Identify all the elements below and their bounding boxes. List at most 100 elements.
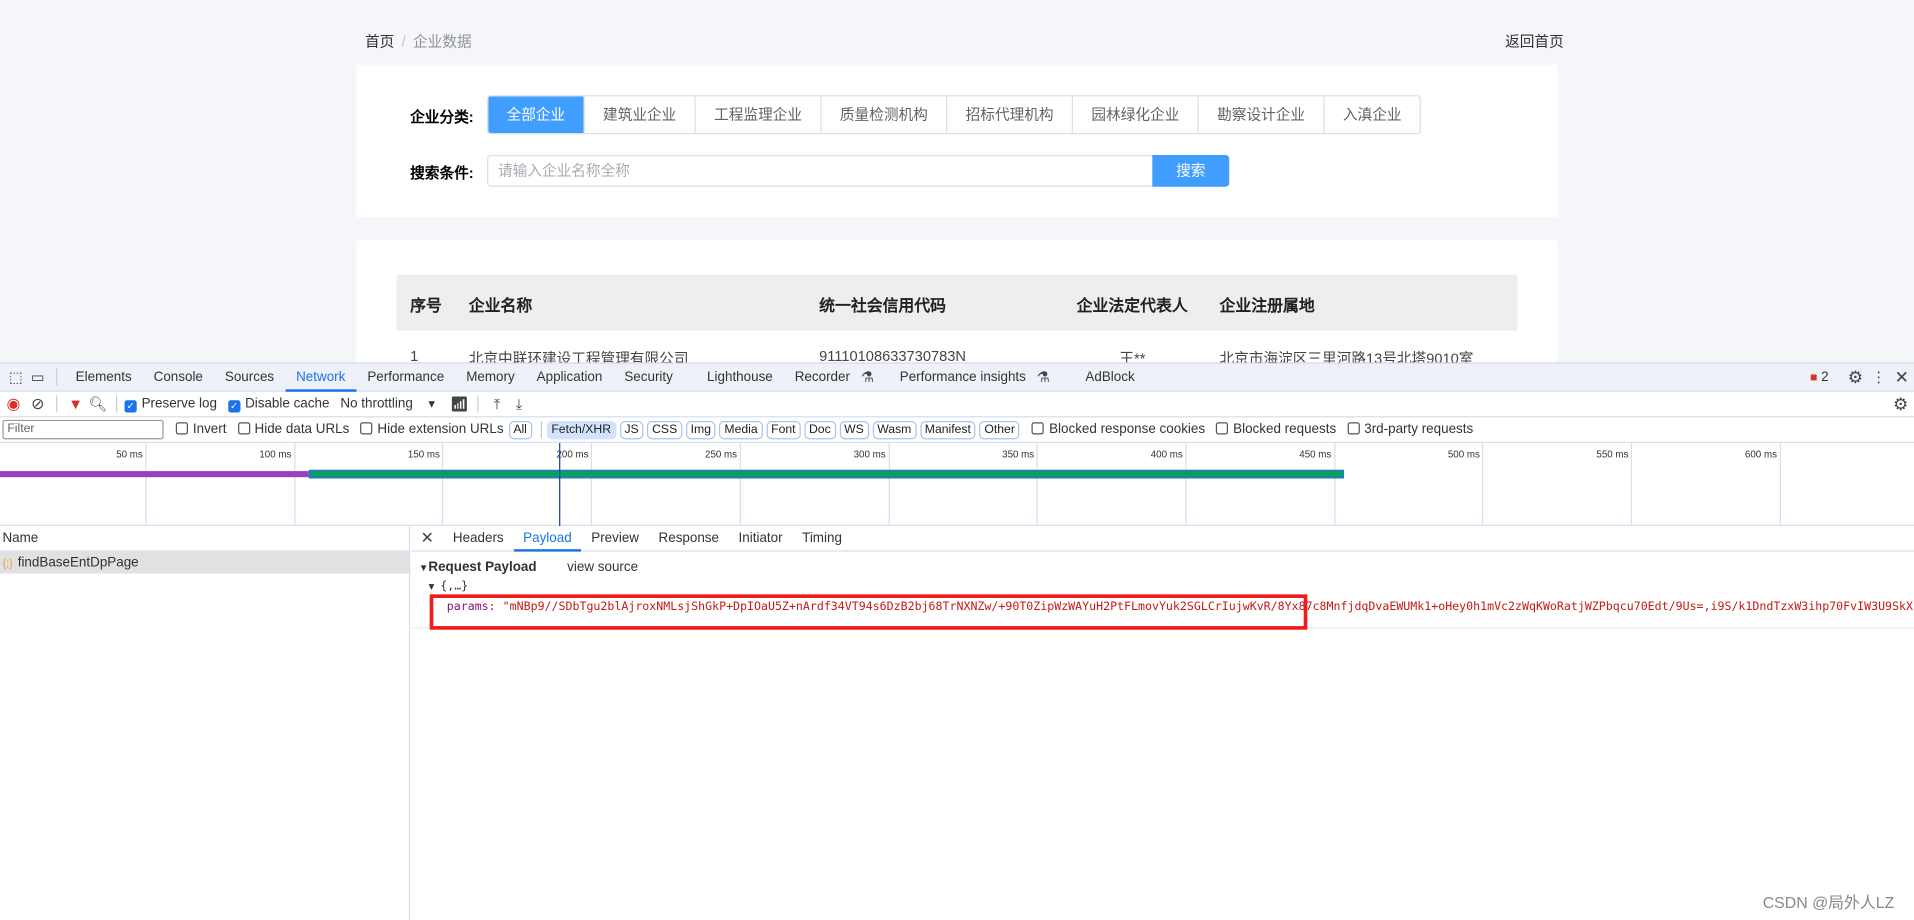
tab-memory[interactable]: Memory bbox=[455, 363, 525, 391]
tab-network[interactable]: Network bbox=[285, 363, 357, 392]
cell-rep: 王** bbox=[1119, 350, 1146, 363]
timeline-tick: 250 ms bbox=[705, 443, 741, 526]
column-header: 序号 bbox=[410, 296, 442, 315]
settings-gear-icon[interactable]: ⚙ bbox=[1843, 367, 1867, 388]
category-tab[interactable]: 园林绿化企业 bbox=[1071, 96, 1198, 134]
type-filter-media[interactable]: Media bbox=[719, 420, 763, 439]
tab-payload[interactable]: Payload bbox=[513, 525, 582, 552]
type-filter-css[interactable]: CSS bbox=[647, 420, 683, 439]
category-tab[interactable]: 建筑业企业 bbox=[583, 96, 695, 134]
more-options-icon[interactable]: ⋮ bbox=[1868, 369, 1890, 386]
timeline-tick: 50 ms bbox=[116, 443, 147, 526]
hide-data-urls-checkbox[interactable]: Hide data URLs bbox=[237, 422, 349, 437]
detail-tabs: ✕ Headers Payload Preview Response Initi… bbox=[411, 526, 1914, 552]
tab-preview[interactable]: Preview bbox=[581, 525, 648, 551]
network-settings-gear-icon[interactable]: ⚙ bbox=[1887, 394, 1914, 415]
tab-lighthouse[interactable]: Lighthouse bbox=[696, 363, 784, 391]
timeline-bar-download bbox=[308, 469, 1344, 479]
search-button[interactable]: 搜索 bbox=[1152, 154, 1230, 187]
tab-security[interactable]: Security bbox=[613, 363, 683, 391]
column-header: 企业名称 bbox=[468, 296, 533, 315]
preserve-log-checkbox[interactable]: ✓ Preserve log bbox=[124, 396, 217, 412]
device-toolbar-icon[interactable]: ▭ bbox=[27, 369, 49, 386]
type-filter-fetch-xhr[interactable]: Fetch/XHR bbox=[546, 420, 616, 439]
type-filter-doc[interactable]: Doc bbox=[804, 420, 836, 439]
network-timeline-overview[interactable]: 650600 ms550 ms500 ms450 ms400 ms350 ms3… bbox=[0, 443, 1914, 526]
category-tab[interactable]: 全部企业 bbox=[488, 96, 584, 134]
type-filter-all[interactable]: All bbox=[508, 420, 532, 439]
request-list: Name {;} findBaseEntDpPage bbox=[0, 525, 411, 920]
type-filter-wasm[interactable]: Wasm bbox=[872, 420, 917, 439]
request-name[interactable]: findBaseEntDpPage bbox=[18, 555, 139, 570]
type-filter-img[interactable]: Img bbox=[685, 420, 716, 439]
back-home-link[interactable]: 返回首页 bbox=[1505, 31, 1564, 52]
table-header: 序号 企业名称 统一社会信用代码 企业法定代表人 企业注册属地 bbox=[396, 274, 1518, 331]
network-toolbar: ◉ ⊘ ▼ 🔍︎ ✓ Preserve log ✓ Disable cache No… bbox=[0, 392, 1914, 418]
filter-input[interactable]: Filter bbox=[2, 419, 164, 440]
tab-response[interactable]: Response bbox=[649, 525, 729, 551]
inspect-element-icon[interactable]: ⬚ bbox=[5, 369, 27, 386]
view-source-link[interactable]: view source bbox=[567, 560, 638, 575]
hide-extension-urls-checkbox[interactable]: Hide extension URLs bbox=[360, 422, 504, 437]
type-filter-ws[interactable]: WS bbox=[839, 420, 869, 439]
type-filter-other[interactable]: Other bbox=[979, 420, 1020, 439]
table-row[interactable]: 1 北京中联环建设工程管理有限公司 91110108633730783N 王**… bbox=[397, 331, 1518, 363]
search-input[interactable]: 请输入企业名称全称 bbox=[487, 154, 1154, 187]
tab-headers[interactable]: Headers bbox=[443, 525, 513, 551]
request-row[interactable]: {;} findBaseEntDpPage bbox=[0, 551, 409, 574]
tab-elements[interactable]: Elements bbox=[65, 363, 143, 391]
timeline-tick: 200 ms bbox=[556, 443, 593, 526]
name-column-header[interactable]: Name bbox=[0, 526, 409, 552]
timeline-tick: 550 ms bbox=[1596, 443, 1633, 526]
export-har-icon[interactable]: ⤓ bbox=[508, 395, 530, 413]
category-tab[interactable]: 工程监理企业 bbox=[694, 96, 821, 134]
third-party-checkbox[interactable]: 3rd-party requests bbox=[1347, 422, 1473, 437]
timeline-tick: 450 ms bbox=[1299, 443, 1335, 526]
xhr-braces-icon: {;} bbox=[2, 556, 13, 569]
disable-cache-checkbox[interactable]: ✓ Disable cache bbox=[227, 396, 329, 412]
tab-recorder[interactable]: Recorder bbox=[784, 363, 861, 391]
payload-section-header[interactable]: ▼Request Payload view source bbox=[419, 560, 638, 575]
category-tab[interactable]: 入滇企业 bbox=[1323, 96, 1419, 134]
invert-checkbox[interactable]: Invert bbox=[175, 422, 226, 437]
timeline-playhead[interactable] bbox=[559, 443, 561, 526]
category-tab[interactable]: 勘察设计企业 bbox=[1197, 96, 1324, 134]
throttling-select[interactable]: No throttling ▼ bbox=[340, 397, 437, 412]
tab-performance[interactable]: Performance bbox=[356, 363, 455, 391]
tab-initiator[interactable]: Initiator bbox=[729, 525, 793, 551]
search-icon[interactable]: 🔍︎ bbox=[87, 395, 109, 412]
timeline-tick: 350 ms bbox=[1002, 443, 1038, 526]
type-filter-manifest[interactable]: Manifest bbox=[919, 420, 976, 439]
close-icon[interactable]: ✕ bbox=[1890, 367, 1914, 388]
tab-adblock[interactable]: AdBlock bbox=[1074, 363, 1145, 391]
import-har-icon[interactable]: ⤒ bbox=[486, 395, 508, 413]
request-details: ✕ Headers Payload Preview Response Initi… bbox=[411, 526, 1914, 920]
tab-sources[interactable]: Sources bbox=[214, 363, 285, 391]
category-tab[interactable]: 质量检测机构 bbox=[820, 96, 946, 134]
blocked-requests-checkbox[interactable]: Blocked requests bbox=[1216, 422, 1336, 437]
breadcrumb: 首页 / 企业数据 bbox=[365, 31, 472, 52]
column-header: 企业法定代表人 bbox=[1076, 296, 1188, 315]
type-filter-js[interactable]: JS bbox=[619, 420, 644, 439]
tab-timing[interactable]: Timing bbox=[792, 525, 851, 551]
record-stop-icon[interactable]: ◉ bbox=[0, 394, 27, 414]
payload-object-toggle[interactable]: ▼ {,…} bbox=[428, 580, 468, 593]
clear-icon[interactable]: ⊘ bbox=[27, 394, 49, 414]
filter-funnel-icon[interactable]: ▼ bbox=[65, 395, 87, 412]
breadcrumb-home[interactable]: 首页 bbox=[365, 33, 394, 50]
network-conditions-icon[interactable]: 📶︎ bbox=[448, 395, 470, 412]
highlight-annotation-box bbox=[429, 594, 1308, 630]
tab-performance-insights[interactable]: Performance insights bbox=[889, 363, 1037, 391]
close-details-icon[interactable]: ✕ bbox=[411, 528, 443, 548]
tab-application[interactable]: Application bbox=[526, 363, 614, 391]
web-page: 首页 / 企业数据 返回首页 企业分类: 全部企业 建筑业企业 工程监理企业 质量检… bbox=[0, 0, 1914, 363]
tab-console[interactable]: Console bbox=[143, 363, 214, 391]
cell-name[interactable]: 北京中联环建设工程管理有限公司 bbox=[469, 348, 689, 362]
blocked-cookies-checkbox[interactable]: Blocked response cookies bbox=[1031, 422, 1205, 437]
issues-flag-icon[interactable]: ■ bbox=[1810, 370, 1817, 383]
category-tab[interactable]: 招标代理机构 bbox=[946, 96, 1072, 134]
type-filter-font[interactable]: Font bbox=[766, 420, 801, 439]
divider bbox=[540, 421, 542, 439]
issues-count[interactable]: 2 bbox=[1821, 370, 1828, 385]
search-label: 搜索条件: bbox=[410, 164, 474, 182]
